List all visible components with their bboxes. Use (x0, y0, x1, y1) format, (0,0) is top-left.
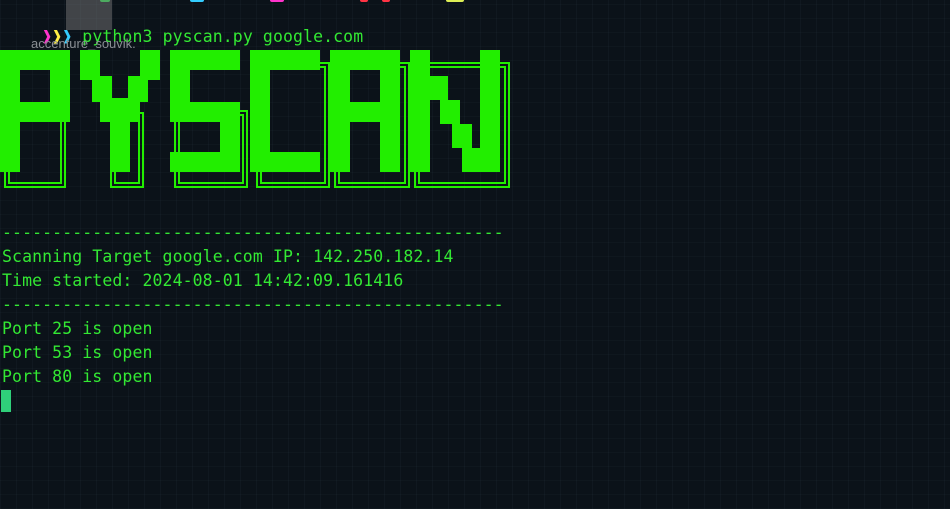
time-started-line: Time started: 2024-08-01 14:42:09.161416 (2, 271, 404, 290)
scan-target-line: Scanning Target google.com IP: 142.250.1… (2, 247, 454, 266)
port-result-line: Port 80 is open (2, 367, 153, 386)
terminal-cursor[interactable] (1, 390, 11, 412)
port-result-line: Port 25 is open (2, 319, 153, 338)
separator-bottom: ----------------------------------------… (2, 295, 504, 314)
terminal-window[interactable]: ❱❱❱ python3 pyscan.py google.com accentu… (0, 0, 950, 509)
port-result-line: Port 53 is open (2, 343, 153, 362)
username-tooltip: accenture_souvik. (31, 36, 136, 51)
separator-top: ----------------------------------------… (2, 223, 504, 242)
